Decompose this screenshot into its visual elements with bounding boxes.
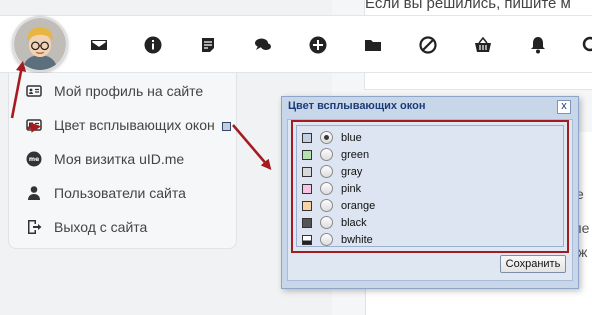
color-option-black[interactable]: black [297,214,537,231]
color-swatch [302,166,312,177]
color-window-icon [25,116,43,134]
menu-item-popup-color[interactable]: Цвет всплывающих окон [9,108,238,142]
users-icon [25,184,43,202]
radio-button[interactable] [320,165,333,178]
radio-button[interactable] [320,216,333,229]
search-icon[interactable] [574,28,592,62]
notes-icon[interactable] [191,28,225,62]
color-option-bwhite[interactable]: bwhite [297,231,537,248]
color-swatch [302,217,312,228]
page-top-text: Если вы решились, пишите м [365,0,571,12]
block-icon[interactable] [411,28,445,62]
bell-icon[interactable] [521,28,555,62]
option-label: blue [341,131,362,144]
option-label: black [341,216,367,229]
color-swatch [302,200,312,211]
radio-button[interactable] [320,199,333,212]
folder-icon[interactable] [356,28,390,62]
color-option-pink[interactable]: pink [297,180,537,197]
color-option-gray[interactable]: gray [297,163,537,180]
profile-card-icon [25,82,43,100]
option-label: pink [341,182,362,195]
menu-item-label: Выход с сайта [54,219,148,235]
current-color-swatch [221,121,231,131]
radio-button[interactable] [320,148,333,161]
exit-icon [25,218,43,236]
color-swatch [302,234,312,245]
menu-item-logout[interactable]: Выход с сайта [9,210,238,244]
radio-button[interactable] [320,131,333,144]
add-icon[interactable] [301,28,335,62]
user-toolbar [0,15,592,73]
page-text-fragment: ж [578,244,588,260]
basket-icon[interactable] [466,28,500,62]
color-options-list: blue green gray pink orange black bwhite [296,125,564,247]
color-option-green[interactable]: green [297,146,537,163]
menu-item-label: Мой профиль на сайте [54,83,204,99]
color-option-blue[interactable]: blue [297,129,537,146]
menu-item-profile[interactable]: Мой профиль на сайте [9,74,238,108]
menu-item-users[interactable]: Пользователи сайта [9,176,238,210]
avatar-image [14,18,66,70]
color-option-orange[interactable]: orange [297,197,537,214]
option-label: orange [341,199,376,212]
uid-me-icon: me [25,150,43,168]
radio-button[interactable] [320,233,333,246]
dialog-body: blue green gray pink orange black bwhite… [287,119,573,281]
color-swatch [302,132,312,143]
menu-item-label: Цвет всплывающих окон [54,117,215,133]
option-label: bwhite [341,233,373,246]
menu-item-label: Пользователи сайта [54,185,186,201]
menu-item-label-wrap: Цвет всплывающих окон [54,117,231,133]
save-button[interactable]: Сохранить [500,255,566,273]
options-highlight-frame: blue green gray pink orange black bwhite [291,120,569,253]
annotation-arrow [232,124,272,170]
option-label: gray [341,165,363,178]
info-icon[interactable] [136,28,170,62]
menu-item-uid-card[interactable]: me Моя визитка uID.me [9,142,238,176]
menu-item-label: Моя визитка uID.me [54,151,185,167]
profile-menu: Мой профиль на сайте Цвет всплывающих ок… [8,73,237,249]
option-label: green [341,148,370,161]
popup-color-dialog: Цвет всплывающих окон x blue green gray [281,96,579,289]
svg-text:me: me [29,156,39,163]
dialog-title: Цвет всплывающих окон [288,100,426,112]
close-button[interactable]: x [557,100,571,114]
radio-button[interactable] [320,182,333,195]
comments-icon[interactable] [246,28,280,62]
avatar[interactable] [12,16,68,72]
color-swatch [302,149,312,160]
mail-icon[interactable] [82,28,116,62]
color-swatch [302,183,312,194]
